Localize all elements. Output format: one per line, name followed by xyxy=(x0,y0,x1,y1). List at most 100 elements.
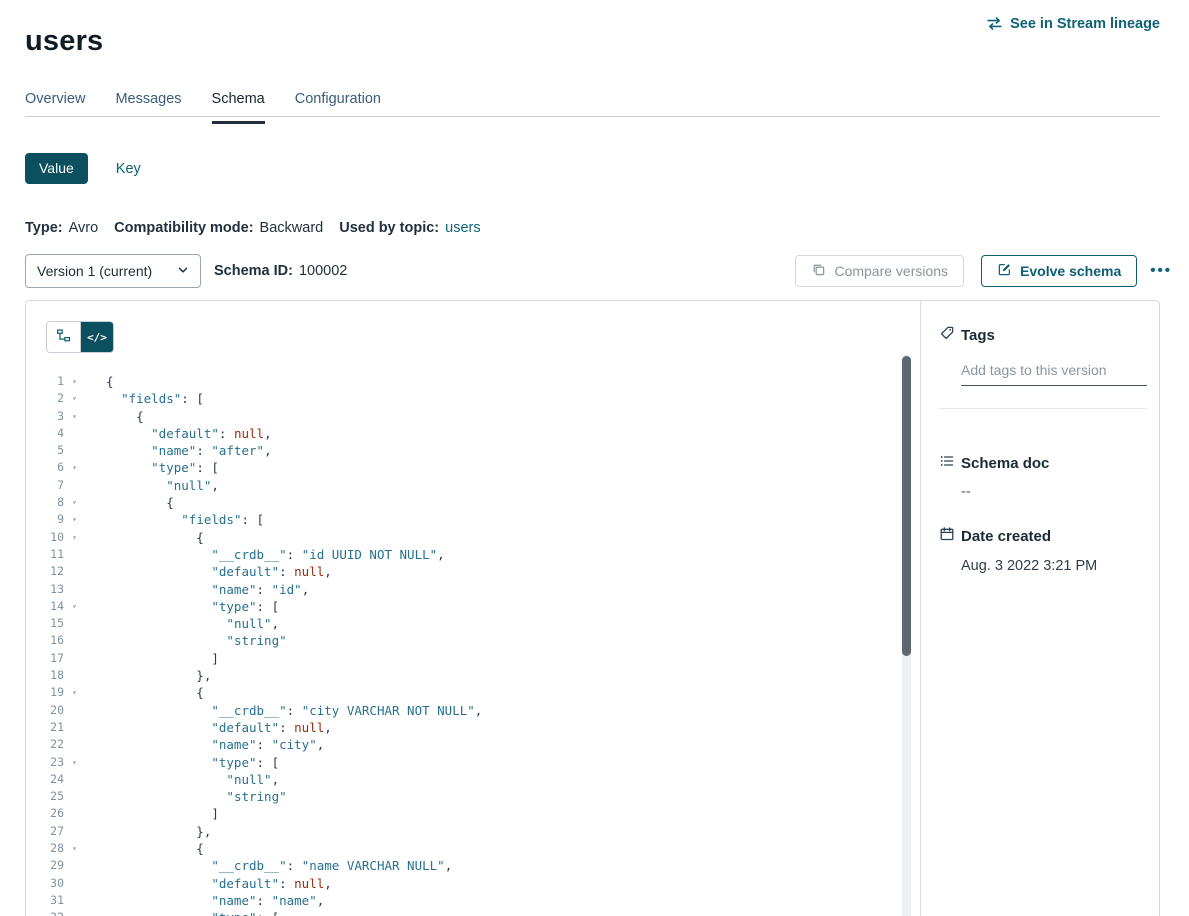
fold-spacer xyxy=(64,736,85,753)
code-text: "type": [ xyxy=(85,909,279,916)
fold-toggle-icon[interactable]: ▾ xyxy=(64,494,85,511)
evolve-schema-label: Evolve schema xyxy=(1020,263,1121,279)
code-text: "name": "id", xyxy=(85,581,309,598)
fold-toggle-icon[interactable]: ▾ xyxy=(64,408,85,425)
code-text: "name": "name", xyxy=(85,892,324,909)
code-text: "default": null, xyxy=(85,719,332,736)
stream-lineage-link[interactable]: See in Stream lineage xyxy=(986,15,1160,32)
line-number: 29 xyxy=(26,857,64,874)
fold-spacer xyxy=(64,563,85,580)
code-line: 7 "null", xyxy=(26,477,900,494)
fold-toggle-icon[interactable]: ▾ xyxy=(64,909,85,916)
compare-versions-label: Compare versions xyxy=(834,263,948,279)
fold-spacer xyxy=(64,857,85,874)
code-text: "name": "after", xyxy=(85,442,272,459)
line-number: 23 xyxy=(26,754,64,771)
add-tags-input[interactable] xyxy=(961,362,1147,386)
code-line: 11 "__crdb__": "id UUID NOT NULL", xyxy=(26,546,900,563)
fold-toggle-icon[interactable]: ▾ xyxy=(64,511,85,528)
code-view-button[interactable]: </> xyxy=(80,322,113,352)
fold-spacer xyxy=(64,442,85,459)
fold-toggle-icon[interactable]: ▾ xyxy=(64,598,85,615)
topic-link[interactable]: users xyxy=(445,220,480,236)
line-number: 19 xyxy=(26,684,64,701)
tree-view-button[interactable] xyxy=(47,322,80,352)
date-created-section-header: Date created xyxy=(939,526,1147,546)
code-line: 27 }, xyxy=(26,823,900,840)
code-text: "null", xyxy=(85,615,279,632)
tab-configuration[interactable]: Configuration xyxy=(295,91,381,124)
more-options-button[interactable]: ••• xyxy=(1150,255,1172,287)
code-text: ] xyxy=(85,805,219,822)
code-line: 25 "string" xyxy=(26,788,900,805)
line-number: 9 xyxy=(26,511,64,528)
scrollbar-thumb[interactable] xyxy=(902,356,911,656)
code-text: "default": null, xyxy=(85,875,332,892)
code-line: 32▾ "type": [ xyxy=(26,909,900,916)
value-toggle-button[interactable]: Value xyxy=(25,153,88,184)
code-line: 28▾ { xyxy=(26,840,900,857)
fold-toggle-icon[interactable]: ▾ xyxy=(64,529,85,546)
code-lines: 1▾{2▾ "fields": [3▾ {4 "default": null,5… xyxy=(26,373,900,916)
line-number: 12 xyxy=(26,563,64,580)
code-text: "string" xyxy=(85,632,287,649)
tab-overview[interactable]: Overview xyxy=(25,91,85,124)
schema-page: users See in Stream lineage Overview Mes… xyxy=(0,0,1189,916)
code-text: { xyxy=(85,373,114,390)
code-text: "__crdb__": "city VARCHAR NOT NULL", xyxy=(85,702,482,719)
code-line: 6▾ "type": [ xyxy=(26,459,900,476)
code-line: 23▾ "type": [ xyxy=(26,754,900,771)
fold-toggle-icon[interactable]: ▾ xyxy=(64,754,85,771)
fold-toggle-icon[interactable]: ▾ xyxy=(64,459,85,476)
schema-id-label: Schema ID: xyxy=(214,263,293,279)
code-line: 1▾{ xyxy=(26,373,900,390)
code-text: "string" xyxy=(85,788,287,805)
compatibility-value: Backward xyxy=(260,220,324,236)
line-number: 13 xyxy=(26,581,64,598)
code-line: 24 "null", xyxy=(26,771,900,788)
line-number: 7 xyxy=(26,477,64,494)
line-number: 27 xyxy=(26,823,64,840)
fold-toggle-icon[interactable]: ▾ xyxy=(64,684,85,701)
code-line: 13 "name": "id", xyxy=(26,581,900,598)
code-text: "type": [ xyxy=(85,754,279,771)
code-text: { xyxy=(85,529,204,546)
fold-toggle-icon[interactable]: ▾ xyxy=(64,840,85,857)
key-toggle-link[interactable]: Key xyxy=(116,161,141,177)
stream-lineage-icon xyxy=(986,15,1003,32)
evolve-schema-button[interactable]: Evolve schema xyxy=(981,255,1137,287)
fold-spacer xyxy=(64,425,85,442)
code-line: 8▾ { xyxy=(26,494,900,511)
code-text: "null", xyxy=(85,771,279,788)
line-number: 32 xyxy=(26,909,64,916)
code-text: "__crdb__": "name VARCHAR NULL", xyxy=(85,857,452,874)
code-line: 29 "__crdb__": "name VARCHAR NULL", xyxy=(26,857,900,874)
schema-doc-section-header: Schema doc xyxy=(939,453,1147,473)
code-text: { xyxy=(85,408,144,425)
fold-spacer xyxy=(64,875,85,892)
code-line: 10▾ { xyxy=(26,529,900,546)
fold-toggle-icon[interactable]: ▾ xyxy=(64,373,85,390)
tabs-divider xyxy=(25,116,1160,117)
line-number: 26 xyxy=(26,805,64,822)
line-number: 25 xyxy=(26,788,64,805)
code-text: }, xyxy=(85,667,211,684)
value-key-segment: Value Key xyxy=(25,153,141,184)
line-number: 6 xyxy=(26,459,64,476)
used-by-topic-label: Used by topic: xyxy=(339,220,439,236)
line-number: 5 xyxy=(26,442,64,459)
code-text: ] xyxy=(85,650,219,667)
fold-spacer xyxy=(64,892,85,909)
line-number: 17 xyxy=(26,650,64,667)
tab-schema[interactable]: Schema xyxy=(212,91,265,124)
compare-versions-icon xyxy=(811,262,826,280)
line-number: 16 xyxy=(26,632,64,649)
schema-panel: </> 1▾{2▾ "fields": [3▾ {4 "default": nu… xyxy=(25,300,1160,916)
version-select[interactable]: Version 1 (current) xyxy=(25,254,201,288)
fold-spacer xyxy=(64,702,85,719)
fold-toggle-icon[interactable]: ▾ xyxy=(64,390,85,407)
compare-versions-button[interactable]: Compare versions xyxy=(795,255,964,287)
tab-messages[interactable]: Messages xyxy=(115,91,181,124)
code-line: 26 ] xyxy=(26,805,900,822)
version-select-value: Version 1 (current) xyxy=(37,263,152,279)
